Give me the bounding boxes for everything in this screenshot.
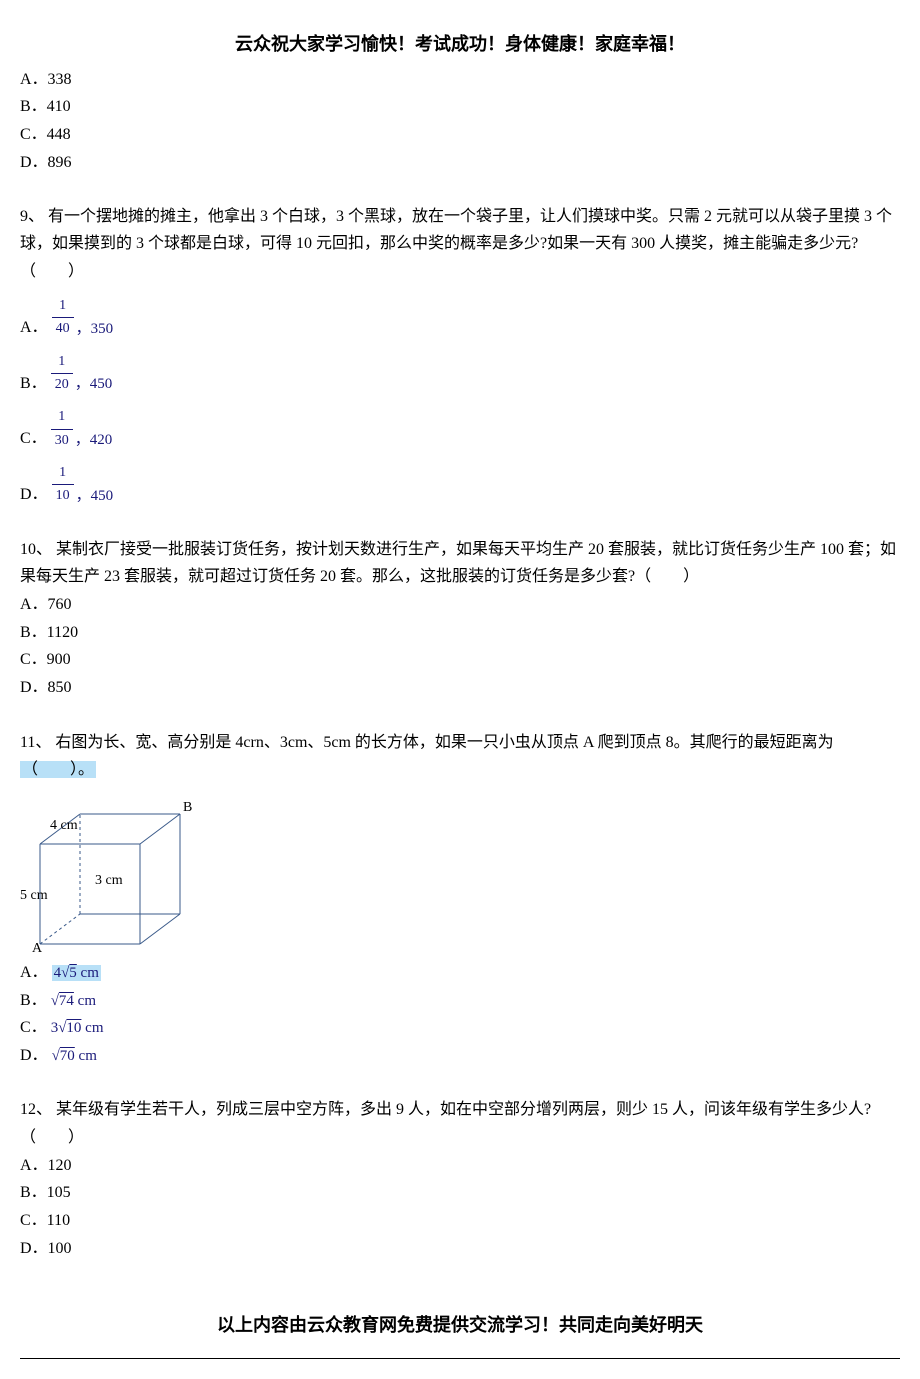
question-10: 10、 某制衣厂接受一批服装订货任务，按计划天数进行生产，如果每天平均生产 20… <box>20 536 900 701</box>
q10-option-a: A．760 <box>20 592 900 618</box>
cuboid-diagram: 4 cm 3 cm 5 cm A B <box>20 789 200 954</box>
question-9: 9、 有一个摆地摊的摊主，他拿出 3 个白球，3 个黑球，放在一个袋子里，让人们… <box>20 203 900 508</box>
q11-option-b: B． √74 cm <box>20 988 900 1014</box>
q12-option-d: D．100 <box>20 1236 900 1262</box>
svg-text:4 cm: 4 cm <box>50 818 78 833</box>
q9-a-letter: A． <box>20 315 48 341</box>
fraction-icon: 1 40 <box>52 295 74 341</box>
q11-d-formula: √70 cm <box>52 1048 97 1064</box>
q10-text: 10、 某制衣厂接受一批服装订货任务，按计划天数进行生产，如果每天平均生产 20… <box>20 536 900 590</box>
question-11: 11、 右图为长、宽、高分别是 4crn、3cm、5cm 的长方体，如果一只小虫… <box>20 729 900 1069</box>
q11-a-formula: 4√5 cm <box>52 965 101 981</box>
page-footer: 以上内容由云众教育网免费提供交流学习！共同走向美好明天 <box>20 1311 900 1350</box>
q12-option-b: B．105 <box>20 1180 900 1206</box>
q9-option-c: C． 1 30 ，420 <box>20 406 900 452</box>
frac-num: 1 <box>51 406 73 429</box>
svg-text:B: B <box>183 800 192 815</box>
q8-option-b: B．410 <box>20 94 900 120</box>
q9-b-value: ，450 <box>75 372 113 396</box>
q9-option-a: A． 1 40 ，350 <box>20 295 900 341</box>
q8-option-d: D．896 <box>20 150 900 176</box>
q8-option-c: C．448 <box>20 122 900 148</box>
frac-num: 1 <box>52 462 74 485</box>
fraction-icon: 1 10 <box>52 462 74 508</box>
q12-option-a: A．120 <box>20 1153 900 1179</box>
frac-num: 1 <box>52 295 74 318</box>
frac-den: 20 <box>51 374 73 396</box>
q9-d-letter: D． <box>20 482 48 508</box>
q8-option-a: A．338 <box>20 67 900 93</box>
footer-divider <box>20 1358 900 1359</box>
q9-b-letter: B． <box>20 371 47 397</box>
frac-den: 40 <box>52 318 74 340</box>
q9-option-d: D． 1 10 ，450 <box>20 462 900 508</box>
q10-option-d: D．850 <box>20 675 900 701</box>
q11-text: 11、 右图为长、宽、高分别是 4crn、3cm、5cm 的长方体，如果一只小虫… <box>20 729 900 783</box>
q9-d-value: ，450 <box>76 484 114 508</box>
q11-blank: （ ）。 <box>20 761 96 778</box>
q9-c-letter: C． <box>20 426 47 452</box>
svg-text:5 cm: 5 cm <box>20 888 48 903</box>
q11-a-letter: A． <box>20 964 48 981</box>
q11-c-formula: 3√10 cm <box>51 1020 104 1036</box>
q9-a-value: ，350 <box>76 317 114 341</box>
page-header: 云众祝大家学习愉快！考试成功！身体健康！家庭幸福！ <box>20 30 900 59</box>
q10-option-b: B．1120 <box>20 620 900 646</box>
question-12: 12、 某年级有学生若干人，列成三层中空方阵，多出 9 人，如在中空部分增列两层… <box>20 1096 900 1261</box>
frac-num: 1 <box>51 351 73 374</box>
q11-d-letter: D． <box>20 1047 48 1064</box>
svg-text:3 cm: 3 cm <box>95 873 123 888</box>
svg-text:A: A <box>32 941 43 954</box>
q9-option-b: B． 1 20 ，450 <box>20 351 900 397</box>
q11-c-letter: C． <box>20 1019 47 1036</box>
q12-text: 12、 某年级有学生若干人，列成三层中空方阵，多出 9 人，如在中空部分增列两层… <box>20 1096 900 1150</box>
q11-option-d: D． √70 cm <box>20 1043 900 1069</box>
q9-text: 9、 有一个摆地摊的摊主，他拿出 3 个白球，3 个黑球，放在一个袋子里，让人们… <box>20 203 900 285</box>
frac-den: 30 <box>51 430 73 452</box>
fraction-icon: 1 20 <box>51 351 73 397</box>
q11-b-formula: √74 cm <box>51 993 96 1009</box>
fraction-icon: 1 30 <box>51 406 73 452</box>
q12-option-c: C．110 <box>20 1208 900 1234</box>
q9-c-value: ，420 <box>75 428 113 452</box>
q11-option-c: C． 3√10 cm <box>20 1015 900 1041</box>
q10-option-c: C．900 <box>20 647 900 673</box>
cuboid-svg: 4 cm 3 cm 5 cm A B <box>20 789 200 954</box>
frac-den: 10 <box>52 485 74 507</box>
q11-option-a: A． 4√5 cm <box>20 960 900 986</box>
q11-text-main: 11、 右图为长、宽、高分别是 4crn、3cm、5cm 的长方体，如果一只小虫… <box>20 734 834 751</box>
q11-b-letter: B． <box>20 992 47 1009</box>
